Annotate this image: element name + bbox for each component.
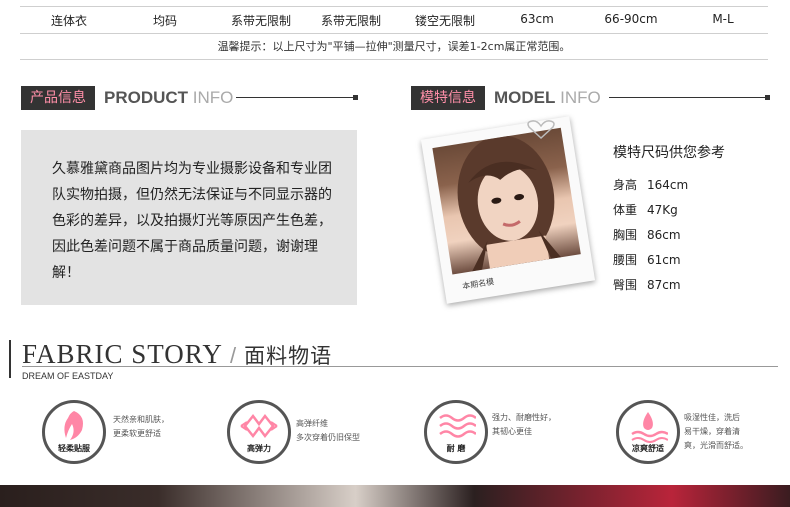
next-section-photo-strip bbox=[0, 485, 790, 507]
feature-soft: 轻柔贴服 bbox=[42, 400, 106, 464]
divider-dot bbox=[765, 95, 770, 100]
model-info-label: 模特信息 bbox=[411, 86, 485, 110]
product-info-text: 久慕雅黛商品图片均为专业摄影设备和专业团队实物拍摄，但仍然无法保证与不同显示器的… bbox=[52, 161, 332, 281]
product-info-label: 产品信息 bbox=[21, 86, 95, 110]
model-stat-bust: 胸围 86cm bbox=[613, 228, 681, 242]
feature-soft-desc: 天然亲和肌肤， 更柔软更舒适 bbox=[113, 415, 169, 438]
fabric-subtitle: DREAM OF EASTDAY bbox=[22, 371, 114, 381]
model-stat-hip: 臀围 87cm bbox=[613, 278, 681, 292]
model-stat-weight: 体重 47Kg bbox=[613, 203, 678, 217]
size-cell: 镂空无限制 bbox=[414, 14, 475, 28]
divider-dot bbox=[353, 95, 358, 100]
size-cell: 63cm bbox=[520, 12, 554, 26]
heart-pin-icon bbox=[527, 120, 555, 140]
fabric-divider bbox=[22, 366, 778, 367]
water-drop-icon bbox=[631, 412, 668, 443]
size-cell: 均码 bbox=[152, 14, 177, 28]
size-cell: 系带无限制 bbox=[230, 14, 291, 28]
size-cell: 连体衣 bbox=[50, 14, 87, 28]
photo-caption: 本期名模 bbox=[461, 277, 495, 292]
model-stat-waist: 腰围 61cm bbox=[613, 253, 681, 267]
heading-light: INFO bbox=[192, 88, 234, 107]
divider-line bbox=[609, 97, 766, 98]
feature-durable: 耐 磨 bbox=[424, 400, 488, 464]
size-cell: 系带无限制 bbox=[320, 14, 381, 28]
feature-elastic: 高弹力 bbox=[227, 400, 291, 464]
waves-icon bbox=[439, 414, 476, 438]
heading-light: INFO bbox=[560, 88, 601, 107]
fabric-accent-bar bbox=[9, 340, 11, 378]
stretch-arrows-icon bbox=[240, 413, 278, 439]
feather-icon bbox=[64, 411, 83, 440]
feature-cool: 凉爽舒适 bbox=[616, 400, 680, 464]
divider-line bbox=[236, 97, 354, 98]
model-photo-frame: 本期名模 bbox=[420, 116, 596, 304]
model-stat-height: 身高 164cm bbox=[613, 178, 689, 192]
model-photo bbox=[432, 127, 581, 275]
heading-bold: MODEL bbox=[494, 88, 556, 107]
feature-durable-desc: 强力、耐磨性好， 其韧心更佳 bbox=[492, 413, 556, 436]
size-tip: 温馨提示：以上尺寸为"平铺—拉伸"测量尺寸，误差1-2cm属正常范围。 bbox=[20, 36, 768, 60]
size-cell: M-L bbox=[712, 12, 734, 26]
size-cell: 66-90cm bbox=[604, 12, 658, 26]
product-info-heading: PRODUCT INFO bbox=[104, 86, 233, 110]
heading-bold: PRODUCT bbox=[104, 88, 189, 107]
size-table-row: 连体衣 均码 系带无限制 系带无限制 镂空无限制 63cm 66-90cm M-… bbox=[20, 6, 768, 34]
feature-elastic-desc: 高弹纤维 多次穿着仍旧保型 bbox=[296, 419, 360, 442]
model-size-title: 模特尺码供您参考 bbox=[613, 145, 725, 161]
model-info-heading: MODEL INFO bbox=[494, 86, 601, 110]
feature-cool-desc: 吸湿性佳，洗后 易干燥，穿着清 爽，光滑而舒适。 bbox=[684, 413, 748, 450]
